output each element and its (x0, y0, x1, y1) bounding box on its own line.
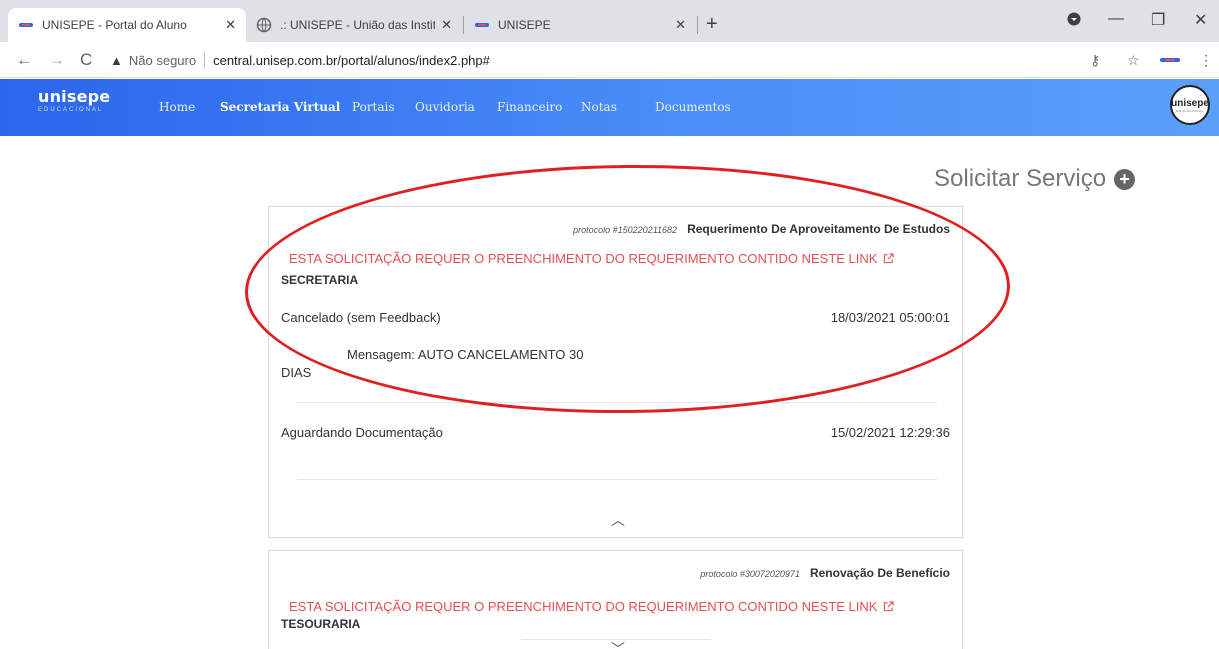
service-name: Requerimento De Aproveitamento De Estudo… (687, 222, 950, 236)
status-date: 18/03/2021 05:00:01 (830, 310, 950, 325)
status-text: Cancelado (sem Feedback) (281, 310, 441, 325)
nav-notas[interactable]: Notas (581, 100, 617, 114)
request-header: protocolo #30072020971 Renovação De Bene… (700, 566, 950, 580)
close-tab-icon[interactable]: ✕ (225, 17, 236, 33)
status-date: 15/02/2021 12:29:36 (830, 425, 950, 440)
status-text: Aguardando Documentação (281, 425, 443, 440)
url-text: central.unisep.com.br/portal/alunos/inde… (213, 52, 490, 68)
nav-secretaria-virtual[interactable]: Secretaria Virtual (220, 100, 340, 114)
unisepe-favicon-icon (18, 17, 34, 33)
tab-title: UNISEPE - Portal do Aluno (42, 18, 187, 32)
nav-portais[interactable]: Portais (352, 100, 395, 114)
brand-subtitle: EDUCACIONAL (38, 107, 104, 113)
nav-home[interactable]: Home (159, 100, 195, 114)
new-tab-icon[interactable]: + (706, 14, 718, 34)
chevron-up-icon[interactable]: ︿ (611, 510, 625, 530)
tab-portal-do-aluno[interactable]: UNISEPE - Portal do Aluno ✕ (8, 8, 246, 42)
tab-unisepe[interactable]: UNISEPE ✕ (464, 8, 696, 42)
department-label: SECRETARIA (281, 273, 359, 287)
status-message-cont: DIAS (281, 365, 312, 380)
brand-name: unisepe (38, 87, 111, 106)
site-navbar: unisepe EDUCACIONAL Home Secretaria Virt… (0, 79, 1219, 136)
requirement-link-text: ESTA SOLICITAÇÃO REQUER O PREENCHIMENTO … (289, 599, 878, 614)
protocol-number: protocolo #150220211682 (573, 225, 678, 235)
extension-icon[interactable] (1160, 52, 1180, 68)
request-header: protocolo #150220211682 Requerimento De … (573, 222, 950, 236)
tab-title: UNISEPE (498, 18, 551, 32)
solicitar-servico-label: Solicitar Serviço (934, 165, 1107, 192)
divider (204, 52, 206, 68)
external-link-icon (884, 601, 895, 612)
tab-title: .: UNISEPE - União das Instituiçõ (280, 18, 435, 32)
service-name: Renovação De Benefício (809, 566, 950, 580)
tab-uniao-instituicoes[interactable]: .: UNISEPE - União das Instituiçõ ✕ (246, 8, 462, 42)
reload-icon[interactable]: C (80, 50, 92, 70)
back-icon[interactable]: ← (16, 50, 33, 70)
close-window-icon[interactable]: ✕ (1194, 10, 1207, 30)
nav-financeiro[interactable]: Financeiro (497, 100, 562, 114)
nav-documentos[interactable]: Documentos (655, 100, 731, 114)
chevron-down-icon[interactable]: ﹀ (611, 639, 625, 649)
menu-icon[interactable]: ⋮ (1199, 52, 1213, 69)
restore-icon[interactable]: ❐ (1151, 10, 1165, 30)
forward-icon[interactable]: → (48, 50, 65, 70)
profile-icon[interactable] (1067, 12, 1081, 31)
requirement-link-text: ESTA SOLICITAÇÃO REQUER O PREENCHIMENTO … (289, 251, 878, 266)
brand-logo[interactable]: unisepe EDUCACIONAL (38, 87, 110, 113)
request-card: protocolo #30072020971 Renovação De Bene… (268, 550, 963, 649)
key-icon[interactable]: ⚷ (1090, 52, 1100, 69)
browser-tab-strip: UNISEPE - Portal do Aluno ✕ .: UNISEPE -… (0, 0, 1219, 42)
status-message: Mensagem: AUTO CANCELAMENTO 30 (347, 347, 584, 362)
request-card: protocolo #150220211682 Requerimento De … (268, 206, 963, 538)
security-label: Não seguro (128, 52, 197, 68)
nav-ouvidoria[interactable]: Ouvidoria (415, 100, 475, 114)
globe-icon (256, 17, 272, 33)
unisepe-favicon-icon (474, 17, 490, 33)
protocol-number: protocolo #30072020971 (700, 569, 800, 579)
warning-icon: ▲ (110, 52, 123, 68)
tab-separator (697, 16, 698, 34)
logo-subtext: EDUCACIONAL (1176, 108, 1204, 113)
close-tab-icon[interactable]: ✕ (441, 17, 452, 33)
divider (297, 479, 937, 480)
external-link-icon (884, 253, 895, 264)
plus-circle-icon: + (1114, 168, 1136, 190)
department-label: TESOURARIA (281, 617, 361, 631)
divider (297, 402, 937, 403)
star-icon[interactable]: ☆ (1127, 52, 1140, 69)
address-bar[interactable]: ▲ Não seguro central.unisep.com.br/porta… (110, 47, 1070, 73)
requirement-link[interactable]: ESTA SOLICITAÇÃO REQUER O PREENCHIMENTO … (289, 251, 895, 266)
browser-toolbar: ← → C ▲ Não seguro central.unisep.com.br… (0, 42, 1219, 78)
logo-text: unisepe (1171, 97, 1209, 109)
close-tab-icon[interactable]: ✕ (675, 17, 686, 33)
requirement-link[interactable]: ESTA SOLICITAÇÃO REQUER O PREENCHIMENTO … (289, 599, 895, 614)
solicitar-servico-button[interactable]: Solicitar Serviço + (934, 165, 1136, 193)
minimize-icon[interactable]: — (1108, 10, 1124, 28)
unisepe-logo[interactable]: unisepe EDUCACIONAL (1170, 85, 1210, 125)
